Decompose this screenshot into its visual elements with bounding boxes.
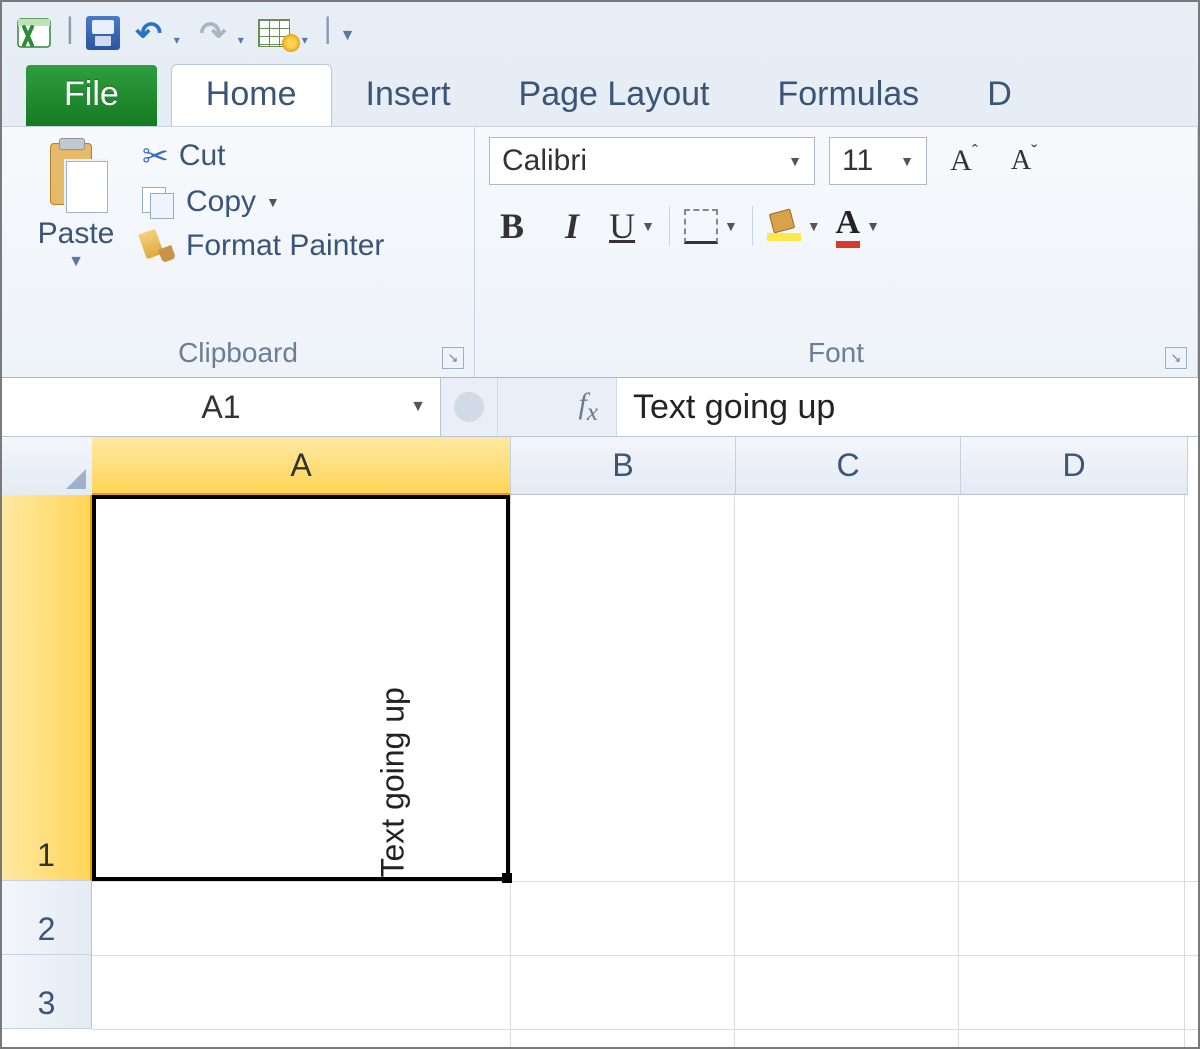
- gridline: [92, 1029, 1198, 1030]
- new-sheet-button[interactable]: [256, 12, 298, 54]
- selected-cell[interactable]: Text going up: [92, 495, 510, 881]
- border-icon: [684, 209, 718, 244]
- row-header-1[interactable]: 1: [2, 495, 92, 881]
- paste-label: Paste: [16, 217, 136, 251]
- cell-value: Text going up: [375, 512, 412, 878]
- chevron-down-icon: ▼: [900, 153, 914, 169]
- cut-label: Cut: [179, 139, 226, 173]
- tab-data[interactable]: D: [953, 65, 1046, 126]
- format-painter-button[interactable]: Format Painter: [142, 229, 460, 263]
- tab-page-layout[interactable]: Page Layout: [485, 65, 744, 126]
- divider: [752, 206, 753, 246]
- gridline: [92, 955, 1198, 956]
- ribbon: Paste ▼ ✂ Cut Copy ▼ Format Painter: [2, 126, 1198, 378]
- border-button[interactable]: ▼: [684, 203, 738, 249]
- fill-color-button[interactable]: ▼: [767, 203, 821, 249]
- group-clipboard: Paste ▼ ✂ Cut Copy ▼ Format Painter: [2, 127, 475, 377]
- row-header-3[interactable]: 3: [2, 955, 92, 1029]
- chevron-down-icon: ▼: [641, 218, 655, 234]
- quick-access-toolbar: | ↶ ▾ ↷ ▾ ▾ | ▼: [2, 2, 1198, 64]
- copy-dropdown[interactable]: ▼: [266, 194, 280, 210]
- font-name-value: Calibri: [502, 144, 587, 178]
- fill-bucket-icon: [767, 211, 801, 241]
- group-label-clipboard: Clipboard ↘: [2, 333, 474, 377]
- group-font: Calibri ▼ 11 ▼ Aˆ Aˇ B I U▼ ▼: [475, 127, 1198, 377]
- gridline: [1184, 495, 1185, 1047]
- qat-separator: |: [324, 12, 332, 46]
- tab-formulas[interactable]: Formulas: [743, 65, 953, 126]
- redo-dropdown[interactable]: ▾: [238, 19, 252, 47]
- column-header-C[interactable]: C: [736, 437, 961, 495]
- bold-button[interactable]: B: [489, 203, 535, 249]
- font-size-value: 11: [842, 144, 873, 178]
- select-all-corner[interactable]: [2, 437, 93, 496]
- copy-button[interactable]: Copy ▼: [142, 185, 460, 219]
- font-launcher[interactable]: ↘: [1165, 347, 1187, 369]
- format-painter-label: Format Painter: [186, 229, 384, 263]
- clipboard-launcher[interactable]: ↘: [442, 347, 464, 369]
- tab-home[interactable]: Home: [171, 64, 332, 126]
- chevron-down-icon: ▼: [410, 398, 426, 416]
- gridline: [510, 495, 511, 1047]
- save-button[interactable]: [82, 12, 124, 54]
- increase-font-button[interactable]: Aˆ: [941, 138, 987, 184]
- chevron-down-icon: ▼: [788, 153, 802, 169]
- paste-button[interactable]: Paste ▼: [16, 137, 136, 329]
- gridline: [734, 495, 735, 1047]
- divider: [669, 206, 670, 246]
- cancel-formula-button: [441, 378, 498, 436]
- row-header-2[interactable]: 2: [2, 881, 92, 955]
- undo-button[interactable]: ↶: [128, 12, 170, 54]
- italic-button[interactable]: I: [549, 203, 595, 249]
- copy-icon: [142, 187, 176, 217]
- redo-button[interactable]: ↷: [192, 12, 234, 54]
- font-color-icon: A: [836, 204, 861, 248]
- gridline: [958, 495, 959, 1047]
- fill-handle[interactable]: [502, 873, 512, 883]
- name-box-value: A1: [201, 389, 240, 426]
- decrease-font-button[interactable]: Aˇ: [1001, 138, 1047, 184]
- excel-app-icon[interactable]: [16, 15, 52, 51]
- font-size-combo[interactable]: 11 ▼: [829, 137, 927, 185]
- qat-separator: |: [66, 12, 74, 46]
- scissors-icon: ✂: [142, 137, 169, 175]
- name-box[interactable]: A1 ▼: [2, 378, 441, 436]
- column-header-D[interactable]: D: [961, 437, 1188, 495]
- gridline: [92, 881, 1198, 882]
- copy-label: Copy: [186, 185, 256, 219]
- cut-button[interactable]: ✂ Cut: [142, 137, 460, 175]
- fx-label[interactable]: fx: [498, 387, 616, 427]
- formula-bar-row: A1 ▼ fx Text going up: [2, 378, 1198, 437]
- tab-file[interactable]: File: [26, 65, 157, 126]
- paste-dropdown[interactable]: ▼: [16, 253, 136, 271]
- customize-qat-dropdown[interactable]: ▼: [340, 21, 354, 45]
- worksheet-grid[interactable]: ABCD 123 Text going up: [2, 437, 1198, 1047]
- tab-insert[interactable]: Insert: [332, 65, 485, 126]
- underline-button[interactable]: U▼: [609, 203, 655, 249]
- format-painter-icon: [142, 231, 176, 261]
- ribbon-tabs: File Home Insert Page Layout Formulas D: [2, 64, 1198, 126]
- new-sheet-dropdown[interactable]: ▾: [302, 19, 316, 47]
- paste-icon: [44, 137, 108, 213]
- group-label-font: Font ↘: [475, 333, 1197, 377]
- column-header-B[interactable]: B: [511, 437, 736, 495]
- formula-bar[interactable]: Text going up: [616, 378, 1198, 436]
- undo-dropdown[interactable]: ▾: [174, 19, 188, 47]
- font-name-combo[interactable]: Calibri ▼: [489, 137, 815, 185]
- font-color-button[interactable]: A▼: [835, 203, 881, 249]
- column-header-A[interactable]: A: [92, 437, 511, 495]
- formula-value: Text going up: [633, 388, 835, 427]
